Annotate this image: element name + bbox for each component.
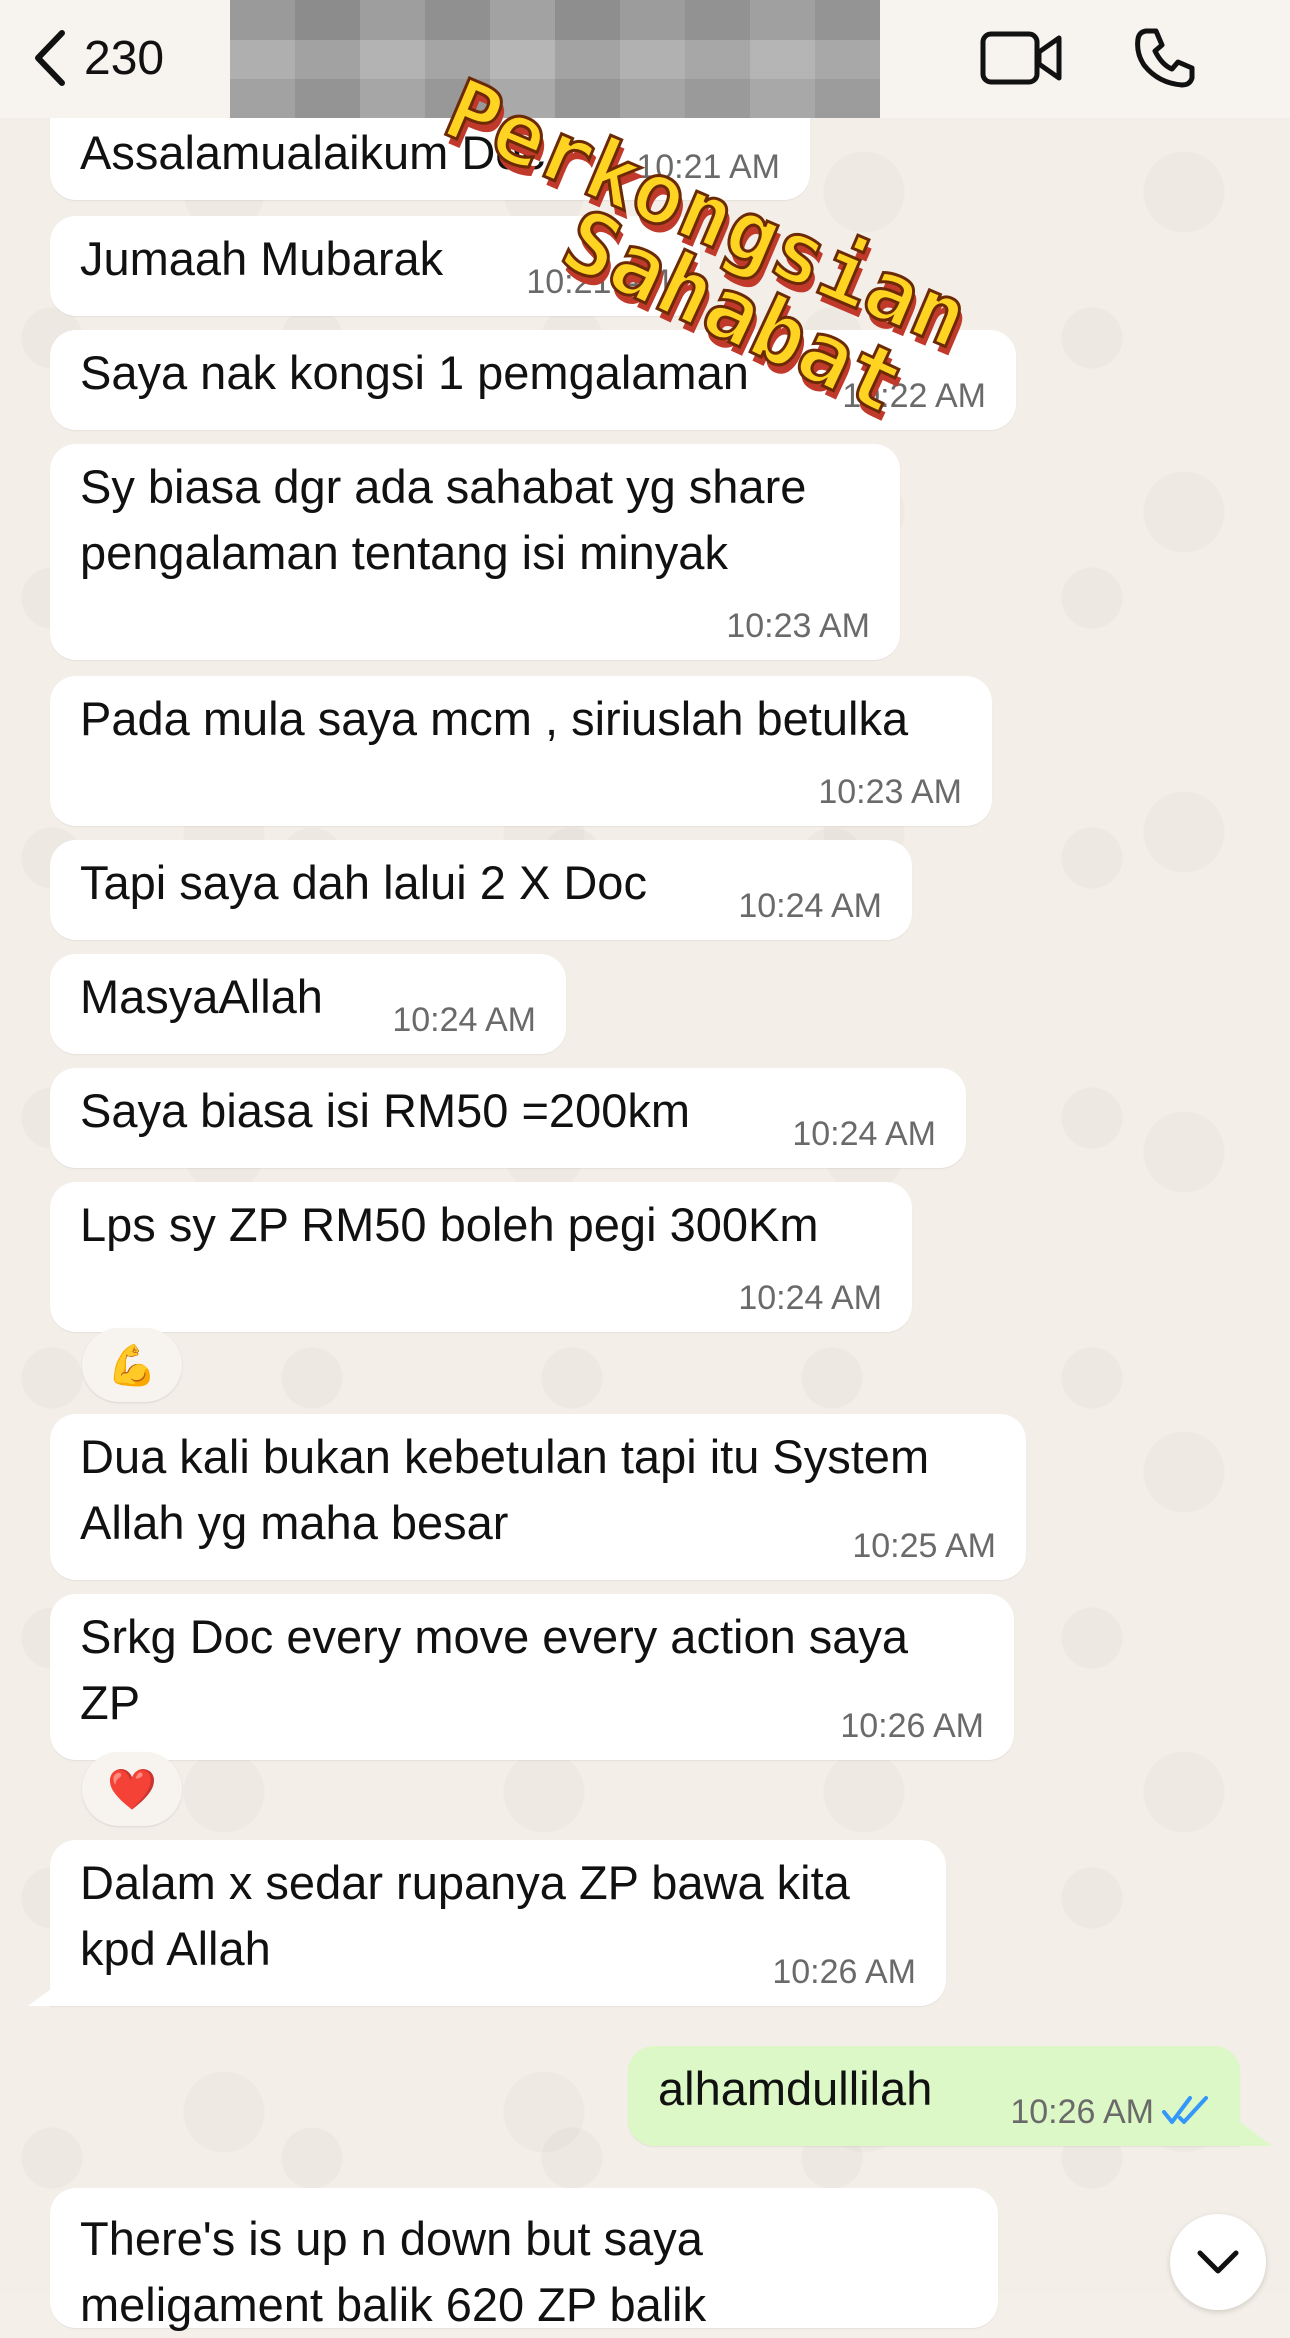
- message-time: 10:26 AM: [1010, 2093, 1154, 2131]
- chevron-down-icon: [1197, 2250, 1239, 2274]
- message-time: 10:21 AM: [636, 148, 780, 186]
- message-bubble[interactable]: Pada mula saya mcm , siriuslah betulka 1…: [50, 676, 992, 826]
- message-time: 10:23 AM: [726, 607, 870, 645]
- message-bubble[interactable]: Tapi saya dah lalui 2 X Doc 10:24 AM: [50, 840, 912, 940]
- video-camera-icon: [980, 31, 1062, 85]
- message-time: 10:26 AM: [772, 1953, 916, 1991]
- unread-count: 230: [84, 31, 165, 85]
- message-bubble[interactable]: Sy biasa dgr ada sahabat yg share pengal…: [50, 444, 900, 660]
- message-time: 10:23 AM: [818, 773, 962, 811]
- chevron-left-icon: [35, 30, 65, 86]
- message-bubble[interactable]: Saya nak kongsi 1 pemgalaman 10:22 AM: [50, 330, 1016, 430]
- chat-header: 230: [0, 0, 1290, 118]
- message-text: Lps sy ZP RM50 boleh pegi 300Km: [80, 1198, 819, 1251]
- message-bubble[interactable]: Srkg Doc every move every action saya ZP…: [50, 1594, 1014, 1760]
- message-bubble[interactable]: MasyaAllah 10:24 AM: [50, 954, 566, 1054]
- scroll-to-bottom-button[interactable]: [1170, 2214, 1266, 2310]
- message-time: 10:26 AM: [840, 1707, 984, 1745]
- message-bubble[interactable]: Saya biasa isi RM50 =200km 10:24 AM: [50, 1068, 966, 1168]
- message-time: 10:24 AM: [392, 1001, 536, 1039]
- phone-icon: [1135, 28, 1195, 88]
- message-time: 10:24 AM: [792, 1115, 936, 1153]
- flexed-biceps-emoji: 💪: [107, 1343, 157, 1388]
- contact-info-blurred[interactable]: [230, 0, 880, 118]
- message-bubble[interactable]: There's is up n down but saya meligament…: [50, 2188, 998, 2331]
- message-time: 10:24 AM: [738, 1279, 882, 1317]
- red-heart-emoji: ❤️: [107, 1767, 157, 1812]
- reaction-badge[interactable]: ❤️: [82, 1752, 182, 1826]
- reaction-badge[interactable]: 💪: [82, 1328, 182, 1402]
- message-time: 10:25 AM: [852, 1527, 996, 1565]
- message-time: 10:22 AM: [842, 377, 986, 415]
- message-time: 10:21 AM: [526, 263, 670, 301]
- video-call-button[interactable]: [976, 22, 1066, 94]
- message-bubble[interactable]: Jumaah Mubarak 10:21 AM: [50, 216, 700, 316]
- back-button[interactable]: 230: [30, 26, 164, 90]
- message-text: Sy biasa dgr ada sahabat yg share pengal…: [80, 460, 807, 579]
- message-time: 10:24 AM: [738, 887, 882, 925]
- message-text: There's is up n down but saya meligament…: [80, 2212, 707, 2331]
- outgoing-message-bubble[interactable]: alhamdullilah 10:26 AM: [628, 2046, 1240, 2146]
- message-bubble[interactable]: Lps sy ZP RM50 boleh pegi 300Km 10:24 AM: [50, 1182, 912, 1332]
- message-text: Pada mula saya mcm , siriuslah betulka: [80, 692, 909, 745]
- voice-call-button[interactable]: [1120, 22, 1210, 94]
- message-bubble[interactable]: Dua kali bukan kebetulan tapi itu System…: [50, 1414, 1026, 1580]
- message-bubble[interactable]: Dalam x sedar rupanya ZP bawa kita kpd A…: [50, 1840, 946, 2006]
- double-check-icon: [1162, 2096, 1208, 2124]
